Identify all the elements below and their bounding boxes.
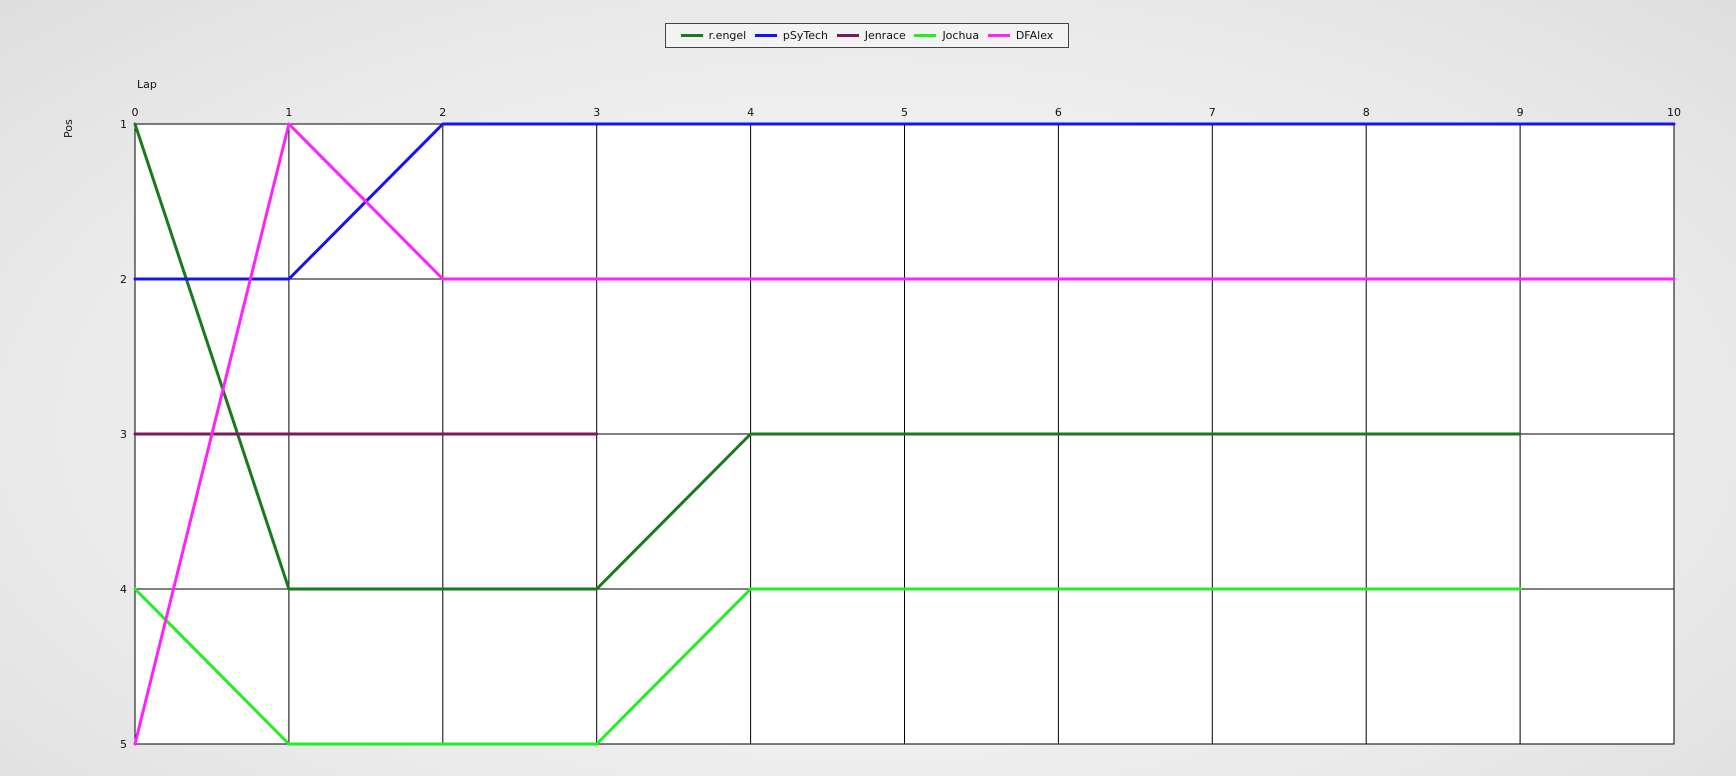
plot-area: 0 1 2 3 4 5 6 7 8 9 1012345 (120, 106, 1681, 751)
x-tick-label: 9 (1517, 106, 1524, 119)
x-tick-label: 10 (1667, 106, 1681, 119)
x-tick-label: 8 (1363, 106, 1370, 119)
x-tick-label: 5 (901, 106, 908, 119)
x-tick-label: 3 (593, 106, 600, 119)
chart: r.engel pSyTech Jenrace Jochua DFAlex Lap Po… (0, 0, 1736, 776)
x-tick-label: 1 (285, 106, 292, 119)
y-tick-label: 2 (120, 273, 127, 286)
x-tick-label: 7 (1209, 106, 1216, 119)
y-tick-label: 1 (120, 118, 127, 131)
x-tick-label: 2 (439, 106, 446, 119)
y-tick-label: 3 (120, 428, 127, 441)
x-tick-label: 4 (747, 106, 754, 119)
x-tick-label: 0 (132, 106, 139, 119)
y-tick-label: 5 (120, 738, 127, 751)
y-tick-label: 4 (120, 583, 127, 596)
x-tick-label: 6 (1055, 106, 1062, 119)
